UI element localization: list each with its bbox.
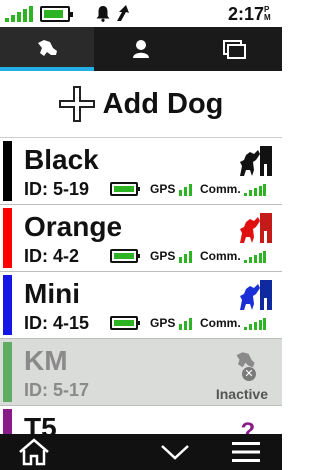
gps-status: GPS [150,249,193,263]
comm-status: Comm. [200,316,267,330]
dog-treed-icon [240,280,272,310]
dog-row-km[interactable]: KM ID: 5-17 ✕ Inactive [0,339,282,406]
dog-color-stripe [3,342,12,402]
comm-status: Comm. [200,249,267,263]
dog-id: ID: 5-17 [24,380,90,400]
chevron-down-icon [161,445,189,460]
add-dog-button[interactable]: Add Dog [0,71,282,138]
bell-icon [96,6,110,22]
pages-icon [223,40,246,59]
dog-id: ID: 4-2 [24,246,80,266]
battery-level [114,320,134,326]
signal-bars-icon [244,251,267,263]
plus-icon [58,86,95,122]
signal-strength-icon [5,6,33,22]
comm-status: Comm. [200,182,267,196]
add-dog-label: Add Dog [102,87,224,120]
bottom-bar [0,434,282,470]
scroll-down-button[interactable] [155,434,195,470]
dog-list: Black ID: 5-19 GPS Comm. Orange ID: 4-2 … [0,138,282,470]
tab-contacts[interactable] [94,27,188,71]
dog-name: Black [24,144,99,175]
dog-treed-icon [240,213,272,243]
dog-color-stripe [3,141,12,201]
battery-level [114,186,134,192]
dog-id: ID: 4-15 [24,313,90,333]
collar-battery-icon [110,249,140,263]
inactive-x-icon: ✕ [242,367,256,381]
dog-icon [38,40,57,56]
signal-bars-icon [178,251,192,263]
battery-level [114,253,134,259]
dog-row-black[interactable]: Black ID: 5-19 GPS Comm. [0,138,282,205]
dog-id: ID: 5-19 [24,179,90,199]
person-icon [133,40,149,58]
status-bar: 2:17PM [0,0,282,27]
dog-color-stripe [3,208,12,268]
signal-bars-icon [244,318,267,330]
signal-bars-icon [244,184,267,196]
collar-battery-icon [110,182,140,196]
dog-name: Orange [24,211,123,242]
signal-bars-icon [178,318,192,330]
gps-status: GPS [150,182,193,196]
home-icon [19,438,49,466]
collar-battery-icon [110,316,140,330]
home-button[interactable] [14,434,54,470]
dog-name: Mini [24,278,80,309]
tab-pages[interactable] [188,27,282,71]
dog-treed-icon [240,146,272,176]
menu-button[interactable] [226,434,266,470]
clock: 2:17PM [228,4,271,24]
navigation-arrow-icon [117,5,129,21]
menu-icon [232,442,260,462]
tab-dogs[interactable] [0,27,94,71]
dog-name: KM [24,345,68,376]
signal-bars-icon [178,184,192,196]
tab-bar [0,27,282,71]
dog-row-mini[interactable]: Mini ID: 4-15 GPS Comm. [0,272,282,339]
dog-color-stripe [3,275,12,335]
battery-icon [40,6,73,22]
dog-row-orange[interactable]: Orange ID: 4-2 GPS Comm. [0,205,282,272]
gps-status: GPS [150,316,193,330]
status-label: Inactive [215,386,268,402]
